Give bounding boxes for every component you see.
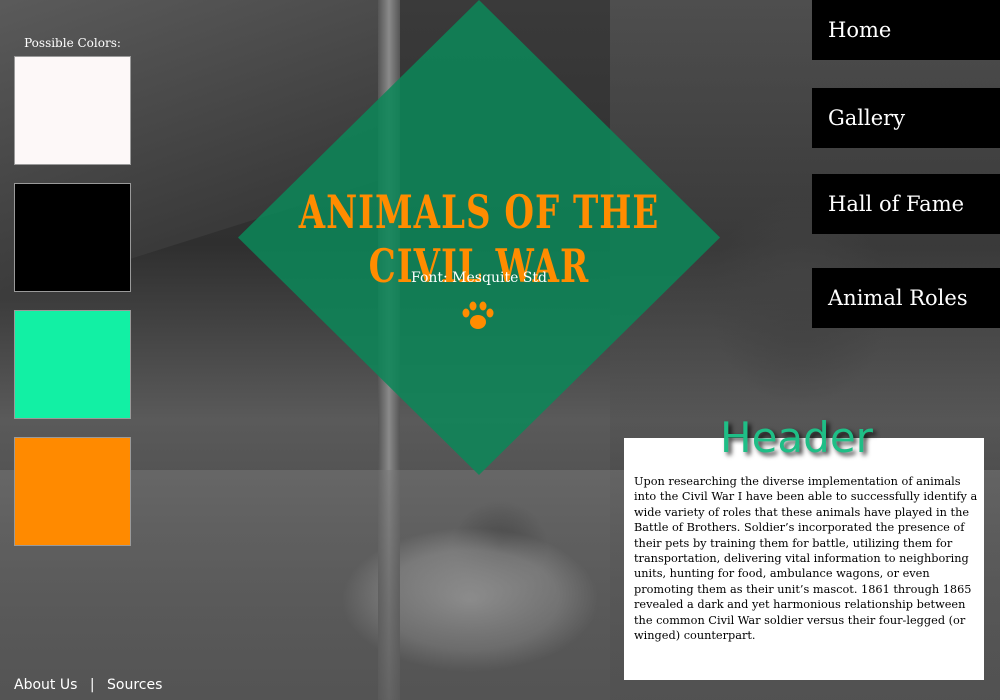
sources-link[interactable]: Sources: [107, 677, 162, 693]
content-header: Header: [720, 413, 873, 462]
color-swatch-white: [14, 56, 131, 165]
color-swatch-orange: [14, 437, 131, 546]
nav-home[interactable]: Home: [812, 0, 1000, 60]
nav-hall-of-fame[interactable]: Hall of Fame: [812, 174, 1000, 234]
color-palette: Possible Colors:: [14, 36, 131, 564]
palette-title: Possible Colors:: [24, 36, 121, 50]
footer-separator: |: [89, 677, 95, 693]
nav-animal-roles[interactable]: Animal Roles: [812, 268, 1000, 328]
intro-text-box: Upon researching the diverse implementat…: [624, 438, 984, 680]
about-us-link[interactable]: About Us: [14, 677, 77, 693]
nav-gallery[interactable]: Gallery: [812, 88, 1000, 148]
intro-paragraph: Upon researching the diverse implementat…: [634, 475, 978, 643]
font-caption: Font: Mesquite Std: [411, 270, 547, 286]
color-swatch-green: [14, 310, 131, 419]
hero-diamond: ANIMALS OF THE CIVIL WAR Font: Mesquite …: [238, 0, 720, 475]
footer: About Us | Sources: [14, 677, 162, 693]
color-swatch-black: [14, 183, 131, 292]
paw-icon: [462, 301, 494, 329]
